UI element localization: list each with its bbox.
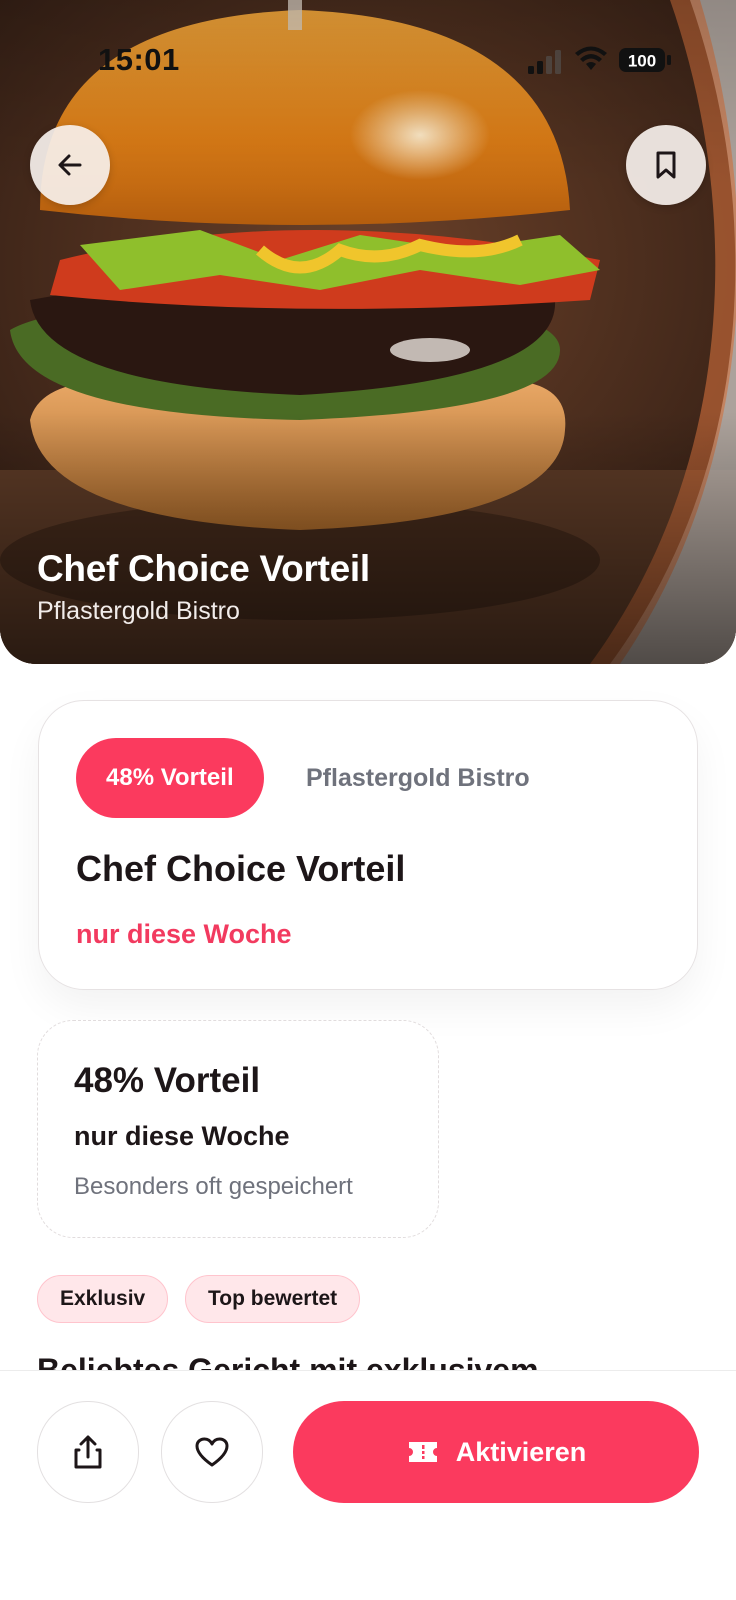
tag-top-bewertet: Top bewertet <box>185 1275 361 1323</box>
favorite-button[interactable] <box>161 1401 263 1503</box>
hero-title: Chef Choice Vorteil <box>37 548 370 589</box>
battery-level: 100 <box>628 52 656 71</box>
highlight-period: nur diese Woche <box>74 1121 290 1151</box>
bottom-action-bar: Aktivieren <box>0 1370 736 1600</box>
highlight-box: 48% Vorteil nur diese Woche Besonders of… <box>37 1020 439 1238</box>
activate-label: Aktivieren <box>455 1436 587 1467</box>
status-time: 15:01 <box>98 42 180 77</box>
hero-vendor: Pflastergold Bistro <box>37 597 240 625</box>
bookmark-button[interactable] <box>626 125 706 205</box>
tag-exklusiv: Exklusiv <box>37 1275 169 1323</box>
wifi-icon <box>575 46 607 70</box>
discount-badge: 48% Vorteil <box>76 738 264 818</box>
ticket-icon <box>408 1442 437 1462</box>
highlight-note: Besonders oft gespeichert <box>74 1173 353 1200</box>
battery-icon: 100 <box>619 48 671 72</box>
vendor-name[interactable]: Pflastergold Bistro <box>306 764 530 793</box>
share-icon <box>74 1435 102 1469</box>
bookmark-icon <box>656 151 676 179</box>
activate-button[interactable]: Aktivieren <box>293 1401 699 1503</box>
highlight-discount: 48% Vorteil <box>74 1061 261 1100</box>
offer-period: nur diese Woche <box>76 919 292 949</box>
back-button[interactable] <box>30 125 110 205</box>
offer-title: Chef Choice Vorteil <box>76 848 406 889</box>
hero-image: 15:01 100 Chef Choice Vorteil Pflastergo… <box>0 0 736 664</box>
cellular-signal-icon <box>528 50 561 74</box>
offer-card: 48% Vorteil Pflastergold Bistro Chef Cho… <box>38 700 698 990</box>
heart-icon <box>195 1437 229 1467</box>
status-bar: 15:01 100 <box>0 40 736 80</box>
arrow-left-icon <box>58 154 82 176</box>
share-button[interactable] <box>37 1401 139 1503</box>
